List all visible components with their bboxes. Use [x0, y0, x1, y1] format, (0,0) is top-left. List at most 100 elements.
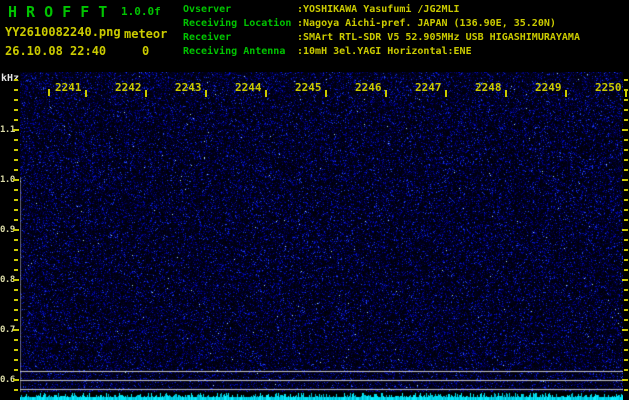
frequency-tick-major [622, 179, 628, 181]
frequency-tick-major [622, 279, 628, 281]
info-value: :10mH 3el.YAGI Horizontal:ENE [297, 46, 472, 57]
frequency-tick-minor [624, 299, 628, 301]
time-label: 2249 [535, 81, 562, 94]
meteor-count: 0 [142, 44, 149, 58]
frequency-tick-minor [14, 289, 18, 291]
frequency-tick-major [13, 179, 19, 181]
time-tick [85, 90, 87, 97]
frequency-tick-minor [14, 389, 18, 391]
info-value: :YOSHIKAWA Yasufumi /JG2MLI [297, 4, 460, 15]
frequency-tick-minor [624, 189, 628, 191]
frequency-tick-minor [624, 269, 628, 271]
frequency-tick-minor [624, 199, 628, 201]
frequency-tick-minor [624, 79, 628, 81]
frequency-tick-minor [624, 99, 628, 101]
info-row: Receiving Location:Nagoya Aichi-pref. JA… [183, 17, 580, 31]
frequency-tick-minor [14, 369, 18, 371]
frequency-tick-minor [624, 259, 628, 261]
frequency-tick-major [13, 329, 19, 331]
frequency-tick-minor [624, 219, 628, 221]
frequency-label: 0.7 [0, 325, 13, 335]
frequency-tick-minor [14, 299, 18, 301]
time-tick [48, 89, 50, 96]
frequency-tick-minor [14, 149, 18, 151]
frequency-tick-minor [14, 139, 18, 141]
frequency-tick-major [622, 379, 628, 381]
frequency-tick-minor [14, 159, 18, 161]
frequency-tick-major [622, 229, 628, 231]
frequency-tick-minor [624, 359, 628, 361]
hrofft-screen: { "header": { "app_title": "H R O F F T"… [0, 0, 629, 400]
frequency-label: 0.6 [0, 375, 13, 385]
frequency-tick-minor [624, 149, 628, 151]
frequency-label: 1.0 [0, 175, 13, 185]
time-label: 2247 [415, 81, 442, 94]
frequency-tick-minor [624, 319, 628, 321]
frequency-tick-minor [624, 289, 628, 291]
frequency-label: 0.9 [0, 225, 13, 235]
frequency-tick-minor [14, 309, 18, 311]
frequency-tick-minor [14, 259, 18, 261]
info-value: :SMArt RTL-SDR V5 52.905MHz USB HIGASHIM… [297, 32, 580, 43]
info-label: Receiving Antenna [183, 45, 297, 59]
frequency-tick-minor [624, 389, 628, 391]
frequency-tick-minor [14, 219, 18, 221]
frequency-tick-major [13, 129, 19, 131]
frequency-tick-minor [14, 189, 18, 191]
time-label: 2241 [55, 81, 82, 94]
frequency-tick-major [13, 229, 19, 231]
time-label: 2245 [295, 81, 322, 94]
mode-label: meteor [124, 27, 167, 41]
time-tick [565, 90, 567, 97]
frequency-tick-major [622, 329, 628, 331]
frequency-tick-minor [14, 209, 18, 211]
app-version: 1.0.0f [121, 5, 161, 18]
frequency-tick-minor [624, 119, 628, 121]
time-tick [205, 90, 207, 97]
frequency-tick-minor [624, 339, 628, 341]
frequency-tick-minor [14, 319, 18, 321]
frequency-tick-minor [14, 119, 18, 121]
frequency-tick-minor [624, 239, 628, 241]
time-label: 2242 [115, 81, 142, 94]
time-label: 2248 [475, 81, 502, 94]
frequency-tick-minor [624, 89, 628, 91]
frequency-tick-minor [14, 349, 18, 351]
frequency-tick-minor [14, 79, 18, 81]
time-tick [505, 90, 507, 97]
spectrogram-canvas [20, 72, 623, 400]
info-row: Receiving Antenna:10mH 3el.YAGI Horizont… [183, 45, 580, 59]
frequency-tick-minor [14, 339, 18, 341]
info-value: :Nagoya Aichi-pref. JAPAN (136.90E, 35.2… [297, 18, 556, 29]
info-label: Receiving Location [183, 17, 297, 31]
hrofft-window: H R O F F T 1.0.0f YY2610082240.png mete… [0, 0, 629, 400]
frequency-tick-minor [624, 249, 628, 251]
time-tick [265, 90, 267, 97]
info-row: Receiver:SMArt RTL-SDR V5 52.905MHz USB … [183, 31, 580, 45]
time-tick [625, 90, 627, 97]
frequency-tick-minor [624, 169, 628, 171]
frequency-tick-minor [14, 269, 18, 271]
frequency-tick-minor [14, 239, 18, 241]
frequency-tick-minor [14, 249, 18, 251]
frequency-tick-major [13, 379, 19, 381]
time-tick [325, 90, 327, 97]
frequency-tick-minor [624, 369, 628, 371]
frequency-tick-minor [624, 309, 628, 311]
frequency-tick-minor [624, 209, 628, 211]
time-label: 2243 [175, 81, 202, 94]
time-tick [445, 90, 447, 97]
frequency-tick-minor [14, 169, 18, 171]
info-label: Ovserver [183, 3, 297, 17]
frequency-tick-minor [14, 359, 18, 361]
time-tick [385, 90, 387, 97]
time-label: 2246 [355, 81, 382, 94]
info-block: Ovserver:YOSHIKAWA Yasufumi /JG2MLI Recei… [183, 3, 580, 59]
frequency-label: 0.8 [0, 275, 13, 285]
time-label: 2244 [235, 81, 262, 94]
app-title: H R O F F T [8, 3, 107, 21]
frequency-tick-minor [624, 159, 628, 161]
output-filename: YY2610082240.png [5, 25, 121, 39]
info-row: Ovserver:YOSHIKAWA Yasufumi /JG2MLI [183, 3, 580, 17]
frequency-tick-major [13, 279, 19, 281]
